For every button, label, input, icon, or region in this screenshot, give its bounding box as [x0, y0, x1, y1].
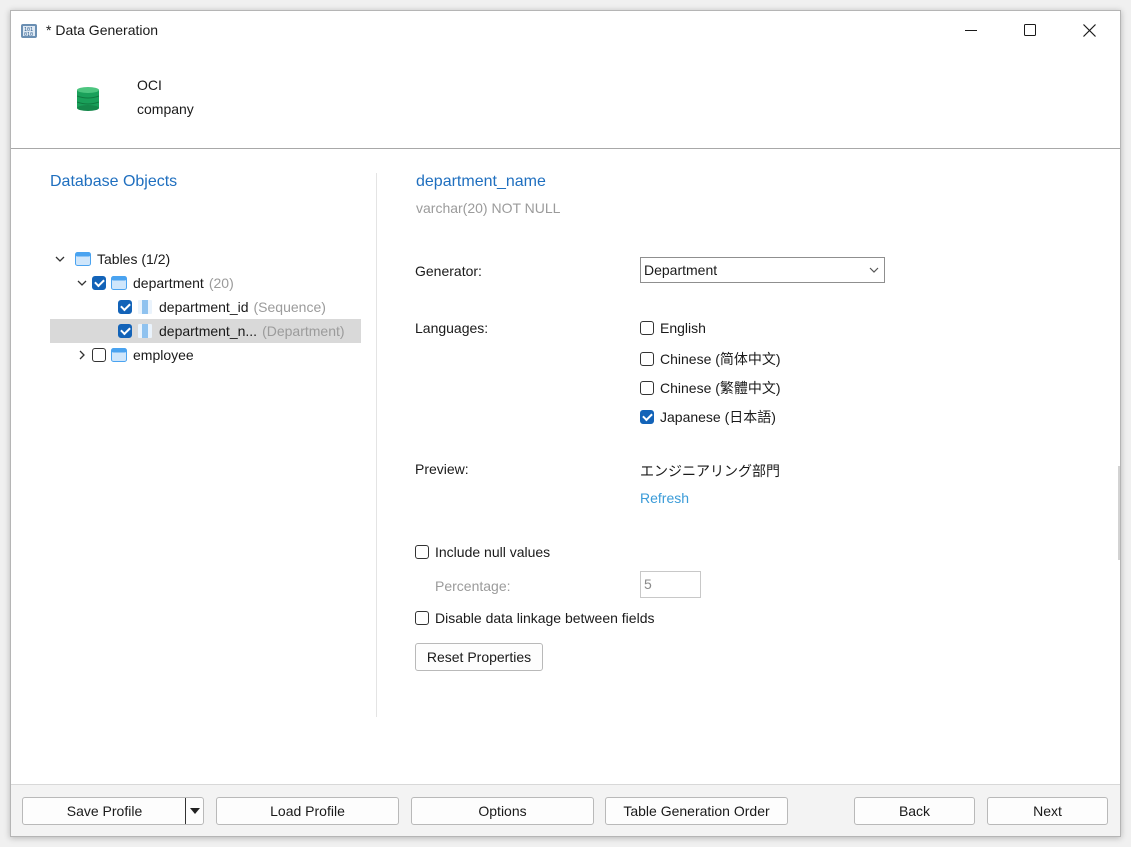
- chevron-down-icon[interactable]: [74, 275, 90, 291]
- percentage-label: Percentage:: [435, 578, 511, 594]
- chevron-down-icon: [869, 267, 879, 273]
- chinese-traditional-label: Chinese (繁體中文): [660, 380, 781, 396]
- connection-name: OCI: [137, 77, 162, 93]
- refresh-link[interactable]: Refresh: [640, 490, 689, 506]
- title-bar: 101 010 * Data Generation: [11, 11, 1120, 49]
- department-label: department: [133, 275, 204, 291]
- scrollbar[interactable]: [1118, 466, 1120, 560]
- department-id-checkbox[interactable]: [118, 300, 132, 314]
- caret-down-icon: [189, 808, 200, 814]
- chinese-simplified-checkbox[interactable]: [640, 352, 654, 366]
- department-name-label: department_n...: [159, 323, 258, 339]
- preview-value: エンジニアリング部門: [640, 463, 780, 479]
- tree-item-department-id[interactable]: department_id (Sequence): [118, 295, 326, 319]
- data-generation-app-icon: 101 010: [21, 24, 37, 38]
- languages-label: Languages:: [415, 320, 489, 336]
- field-type: varchar(20) NOT NULL: [416, 200, 561, 216]
- save-profile-button[interactable]: Save Profile: [67, 803, 142, 819]
- maximize-icon: [1024, 24, 1036, 36]
- preview-label: Preview:: [415, 461, 469, 477]
- language-option-chinese-traditional[interactable]: Chinese (繁體中文): [640, 378, 781, 398]
- include-null-label: Include null values: [435, 544, 551, 560]
- japanese-checkbox[interactable]: [640, 410, 654, 424]
- chinese-traditional-checkbox[interactable]: [640, 381, 654, 395]
- window-title: * Data Generation: [46, 22, 159, 38]
- department-id-label: department_id: [159, 299, 249, 315]
- database-objects-title: Database Objects: [50, 173, 178, 190]
- table-icon: [111, 348, 127, 362]
- employee-checkbox[interactable]: [92, 348, 106, 362]
- chevron-right-icon[interactable]: [74, 347, 90, 363]
- english-label: English: [660, 320, 706, 336]
- percentage-input[interactable]: 5: [640, 571, 701, 598]
- tables-icon: [75, 252, 91, 266]
- database-icon: [77, 87, 99, 111]
- data-generation-window: 101 010 * Data Generation OCI company Da…: [10, 10, 1121, 837]
- disable-linkage-label: Disable data linkage between fields: [435, 610, 655, 626]
- next-button[interactable]: Next: [987, 797, 1108, 825]
- table-generation-order-button[interactable]: Table Generation Order: [605, 797, 788, 825]
- chinese-simplified-label: Chinese (简体中文): [660, 351, 781, 367]
- minimize-icon: [965, 30, 977, 31]
- chevron-down-icon[interactable]: [52, 251, 68, 267]
- department-name-checkbox[interactable]: [118, 324, 132, 338]
- svg-text:010: 010: [24, 32, 33, 38]
- language-option-japanese[interactable]: Japanese (日本語): [640, 407, 776, 427]
- close-icon: [1082, 23, 1096, 37]
- options-button[interactable]: Options: [411, 797, 594, 825]
- save-profile-dropdown[interactable]: [185, 798, 203, 824]
- connection-header: OCI company: [11, 49, 1120, 149]
- disable-linkage-checkbox[interactable]: [415, 611, 429, 625]
- japanese-label: Japanese (日本語): [660, 409, 776, 425]
- tree-item-department[interactable]: department (20): [74, 271, 234, 295]
- minimize-button[interactable]: [942, 11, 1000, 49]
- include-null-checkbox[interactable]: [415, 545, 429, 559]
- table-icon: [111, 276, 127, 290]
- field-name-title: department_name: [416, 173, 546, 190]
- panel-divider: [376, 173, 377, 717]
- save-profile-split-button[interactable]: Save Profile: [22, 797, 204, 825]
- language-option-chinese-simplified[interactable]: Chinese (简体中文): [640, 349, 781, 369]
- column-icon: [138, 300, 152, 314]
- reset-properties-button[interactable]: Reset Properties: [415, 643, 543, 671]
- database-name: company: [137, 101, 194, 117]
- close-button[interactable]: [1060, 11, 1118, 49]
- back-button[interactable]: Back: [854, 797, 975, 825]
- tree-item-department-name[interactable]: department_n... (Department): [50, 319, 361, 343]
- maximize-button[interactable]: [1001, 11, 1059, 49]
- column-icon: [138, 324, 152, 338]
- load-profile-button[interactable]: Load Profile: [216, 797, 399, 825]
- tree-item-employee[interactable]: employee: [74, 343, 194, 367]
- employee-label: employee: [133, 347, 194, 363]
- language-option-english[interactable]: English: [640, 320, 706, 336]
- disable-linkage-option[interactable]: Disable data linkage between fields: [415, 610, 654, 626]
- department-row-count: (20): [208, 275, 234, 291]
- generator-label: Generator:: [415, 263, 482, 279]
- generator-value: Department: [644, 262, 718, 278]
- tree-root-tables[interactable]: Tables (1/2): [52, 247, 170, 271]
- department-id-generator: (Sequence): [253, 299, 326, 315]
- footer-bar: Save Profile Load Profile Options Table …: [11, 784, 1120, 836]
- department-name-generator: (Department): [262, 323, 345, 339]
- tables-label: Tables (1/2): [97, 251, 171, 267]
- generator-select[interactable]: Department: [640, 257, 885, 283]
- department-checkbox[interactable]: [92, 276, 106, 290]
- english-checkbox[interactable]: [640, 321, 654, 335]
- include-null-option[interactable]: Include null values: [415, 544, 550, 560]
